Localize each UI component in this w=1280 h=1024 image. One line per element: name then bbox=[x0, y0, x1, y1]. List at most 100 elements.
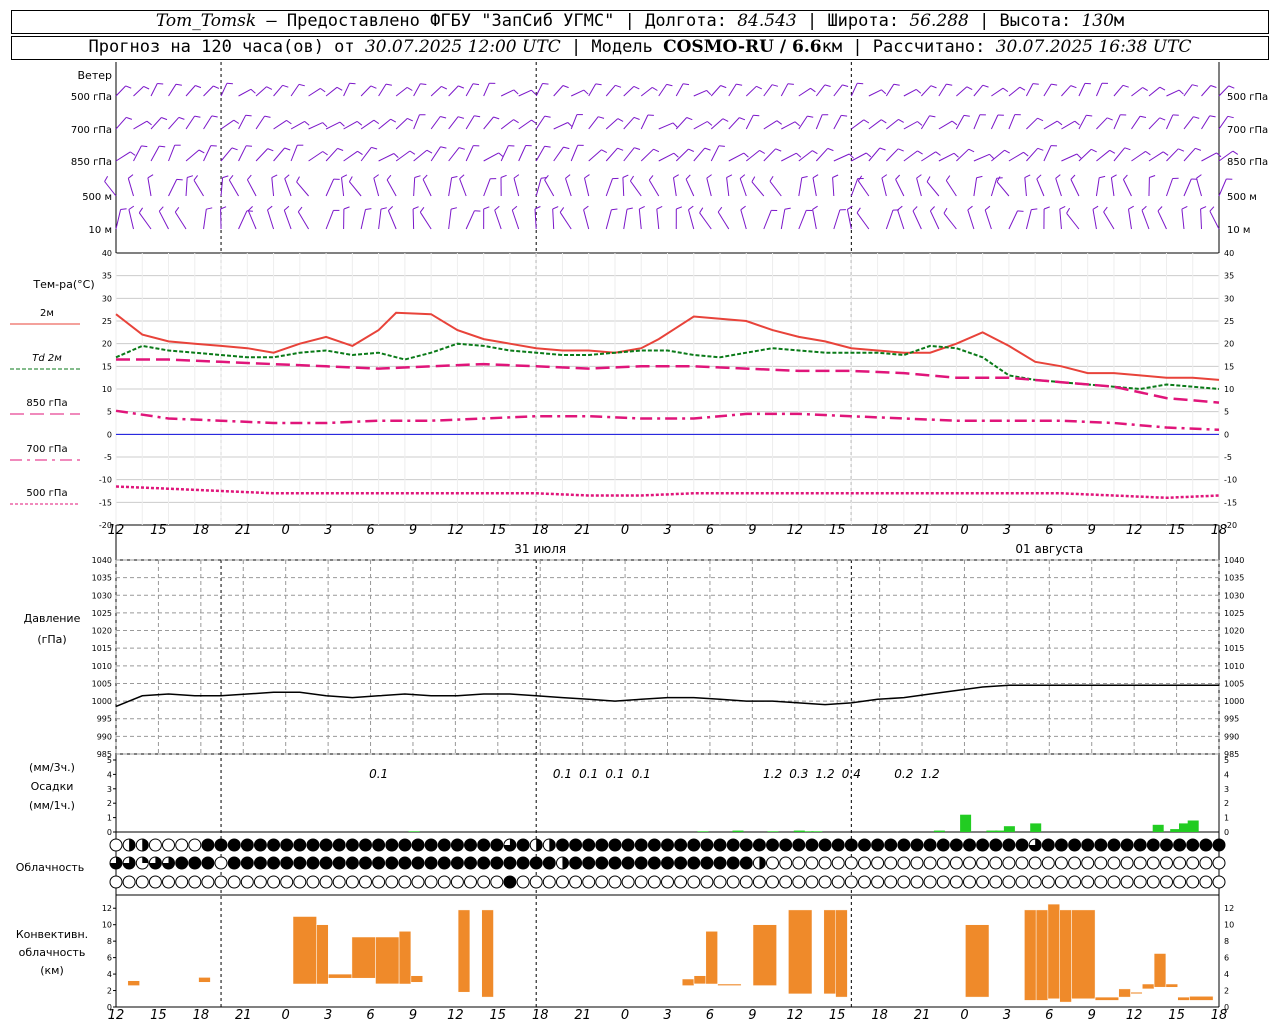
cloud-cover-circle bbox=[871, 856, 885, 870]
cloud-cover-circle bbox=[792, 838, 806, 852]
wind-barb-flag bbox=[611, 208, 618, 211]
wind-barb bbox=[255, 115, 266, 130]
wind-barb-flag bbox=[881, 174, 888, 179]
cloud-cover-circle bbox=[214, 856, 228, 870]
wind-barb-flag bbox=[1056, 120, 1063, 126]
pressure-tick-right: 990 bbox=[1224, 732, 1239, 741]
precip-amount-label: 1.2 bbox=[763, 767, 782, 781]
wind-barb-flag bbox=[1123, 174, 1128, 180]
wind-barb-flag bbox=[753, 114, 760, 117]
wind-barb bbox=[623, 147, 635, 162]
cloud-cover-circle bbox=[450, 838, 464, 852]
wind-barb-flag bbox=[1196, 174, 1202, 179]
precip-amount-label: 0.1 bbox=[605, 767, 624, 781]
wind-barb-flag bbox=[841, 114, 848, 117]
wind-barb bbox=[1131, 115, 1141, 130]
cloud-cover-circle bbox=[385, 838, 399, 852]
cloud-cover-circle bbox=[214, 875, 228, 889]
wind-barb-flag bbox=[688, 205, 694, 211]
wind-barb-flag bbox=[206, 207, 213, 210]
wind-barb-flag bbox=[298, 83, 305, 87]
wind-barb-flag bbox=[458, 147, 465, 150]
cloud-cover-circle bbox=[135, 875, 149, 889]
time-label-top: 21 bbox=[574, 523, 591, 538]
wind-barb-flag bbox=[370, 85, 377, 89]
wind-barb-flag bbox=[419, 207, 425, 213]
wind-barb bbox=[588, 83, 597, 97]
pressure-tick-left: 1030 bbox=[92, 591, 112, 600]
wind-barb bbox=[693, 147, 706, 162]
wind-barb bbox=[1183, 116, 1194, 130]
wind-barb bbox=[448, 209, 452, 230]
wind-barb-flag bbox=[283, 205, 290, 211]
wind-barb bbox=[1103, 211, 1115, 230]
wind-barb-flag bbox=[617, 147, 624, 151]
cloud-cover-circle bbox=[897, 875, 911, 889]
wind-barb-flag bbox=[175, 83, 182, 86]
wind-barb bbox=[290, 84, 300, 97]
wind-barb-flag bbox=[356, 121, 363, 126]
cloud-cover-circle bbox=[582, 856, 596, 870]
cloud-cover-circle bbox=[582, 875, 596, 889]
cloud-cover-fill bbox=[759, 857, 766, 869]
conv-cloud-bar bbox=[1024, 909, 1037, 1001]
wind-barb bbox=[500, 119, 514, 130]
time-label-bottom: 6 bbox=[706, 1008, 714, 1023]
wind-barb bbox=[1148, 86, 1161, 97]
cloud-cover-circle bbox=[884, 875, 898, 889]
wind-barb-flag bbox=[759, 149, 766, 154]
wind-barb bbox=[955, 115, 965, 130]
wind-barb-flag bbox=[968, 148, 975, 153]
wind-barb bbox=[1096, 149, 1111, 162]
cloud-cover-circle bbox=[726, 838, 740, 852]
wind-barb bbox=[1066, 212, 1080, 230]
pressure-tick-right: 1035 bbox=[1224, 574, 1244, 583]
time-label-top: 21 bbox=[235, 523, 252, 538]
cloud-cover-circle bbox=[293, 856, 307, 870]
cloud-cover-circle bbox=[818, 875, 832, 889]
time-label-bottom: 15 bbox=[829, 1008, 846, 1023]
wind-barb bbox=[553, 85, 564, 97]
wind-barb-flag bbox=[863, 119, 870, 124]
pressure-tick-left: 1040 bbox=[92, 556, 112, 565]
wind-barb bbox=[745, 150, 760, 162]
conv-cloud-bar bbox=[1035, 909, 1049, 1001]
wind-barb-flag bbox=[138, 207, 144, 214]
wind-level-label: 700 гПа bbox=[71, 125, 112, 136]
wind-barb bbox=[926, 181, 940, 197]
wind-barb-flag bbox=[1099, 175, 1106, 179]
wind-barb bbox=[378, 209, 382, 230]
wind-barb bbox=[1061, 120, 1076, 130]
wind-barb bbox=[605, 84, 616, 97]
cloud-cover-circle bbox=[700, 875, 714, 889]
wind-barb bbox=[763, 148, 776, 162]
precip-tick-left: 4 bbox=[107, 770, 112, 779]
wind-barb bbox=[710, 145, 720, 162]
wind-barb bbox=[413, 177, 416, 197]
wind-barb bbox=[325, 178, 335, 197]
wind-barb bbox=[1166, 89, 1180, 97]
wind-barb bbox=[798, 210, 807, 230]
cloud-cover-circle bbox=[608, 856, 622, 870]
wind-barb bbox=[1196, 178, 1202, 197]
cloud-cover-circle bbox=[661, 856, 674, 870]
wind-barb bbox=[308, 151, 323, 162]
wind-barb-flag bbox=[228, 174, 234, 181]
conv-title: (км) bbox=[40, 964, 64, 977]
wind-barb bbox=[1131, 150, 1146, 162]
cloud-cover-circle bbox=[1120, 856, 1134, 870]
wind-barb bbox=[1113, 147, 1126, 162]
wind-barb bbox=[815, 114, 823, 130]
time-label-bottom: 12 bbox=[786, 1008, 803, 1023]
wind-barb bbox=[193, 179, 204, 197]
cloud-cover-circle bbox=[1028, 856, 1042, 870]
wind-barb-flag bbox=[672, 122, 678, 128]
wind-barb bbox=[412, 208, 415, 230]
wind-barb bbox=[168, 145, 176, 162]
wind-barb bbox=[1078, 148, 1092, 162]
wind-level-label-right: 10 м bbox=[1227, 225, 1250, 236]
cloud-cover-circle bbox=[280, 856, 294, 870]
cloud-cover-circle bbox=[319, 838, 333, 852]
wind-barb bbox=[535, 145, 546, 162]
date-label: 01 августа bbox=[1015, 542, 1083, 556]
